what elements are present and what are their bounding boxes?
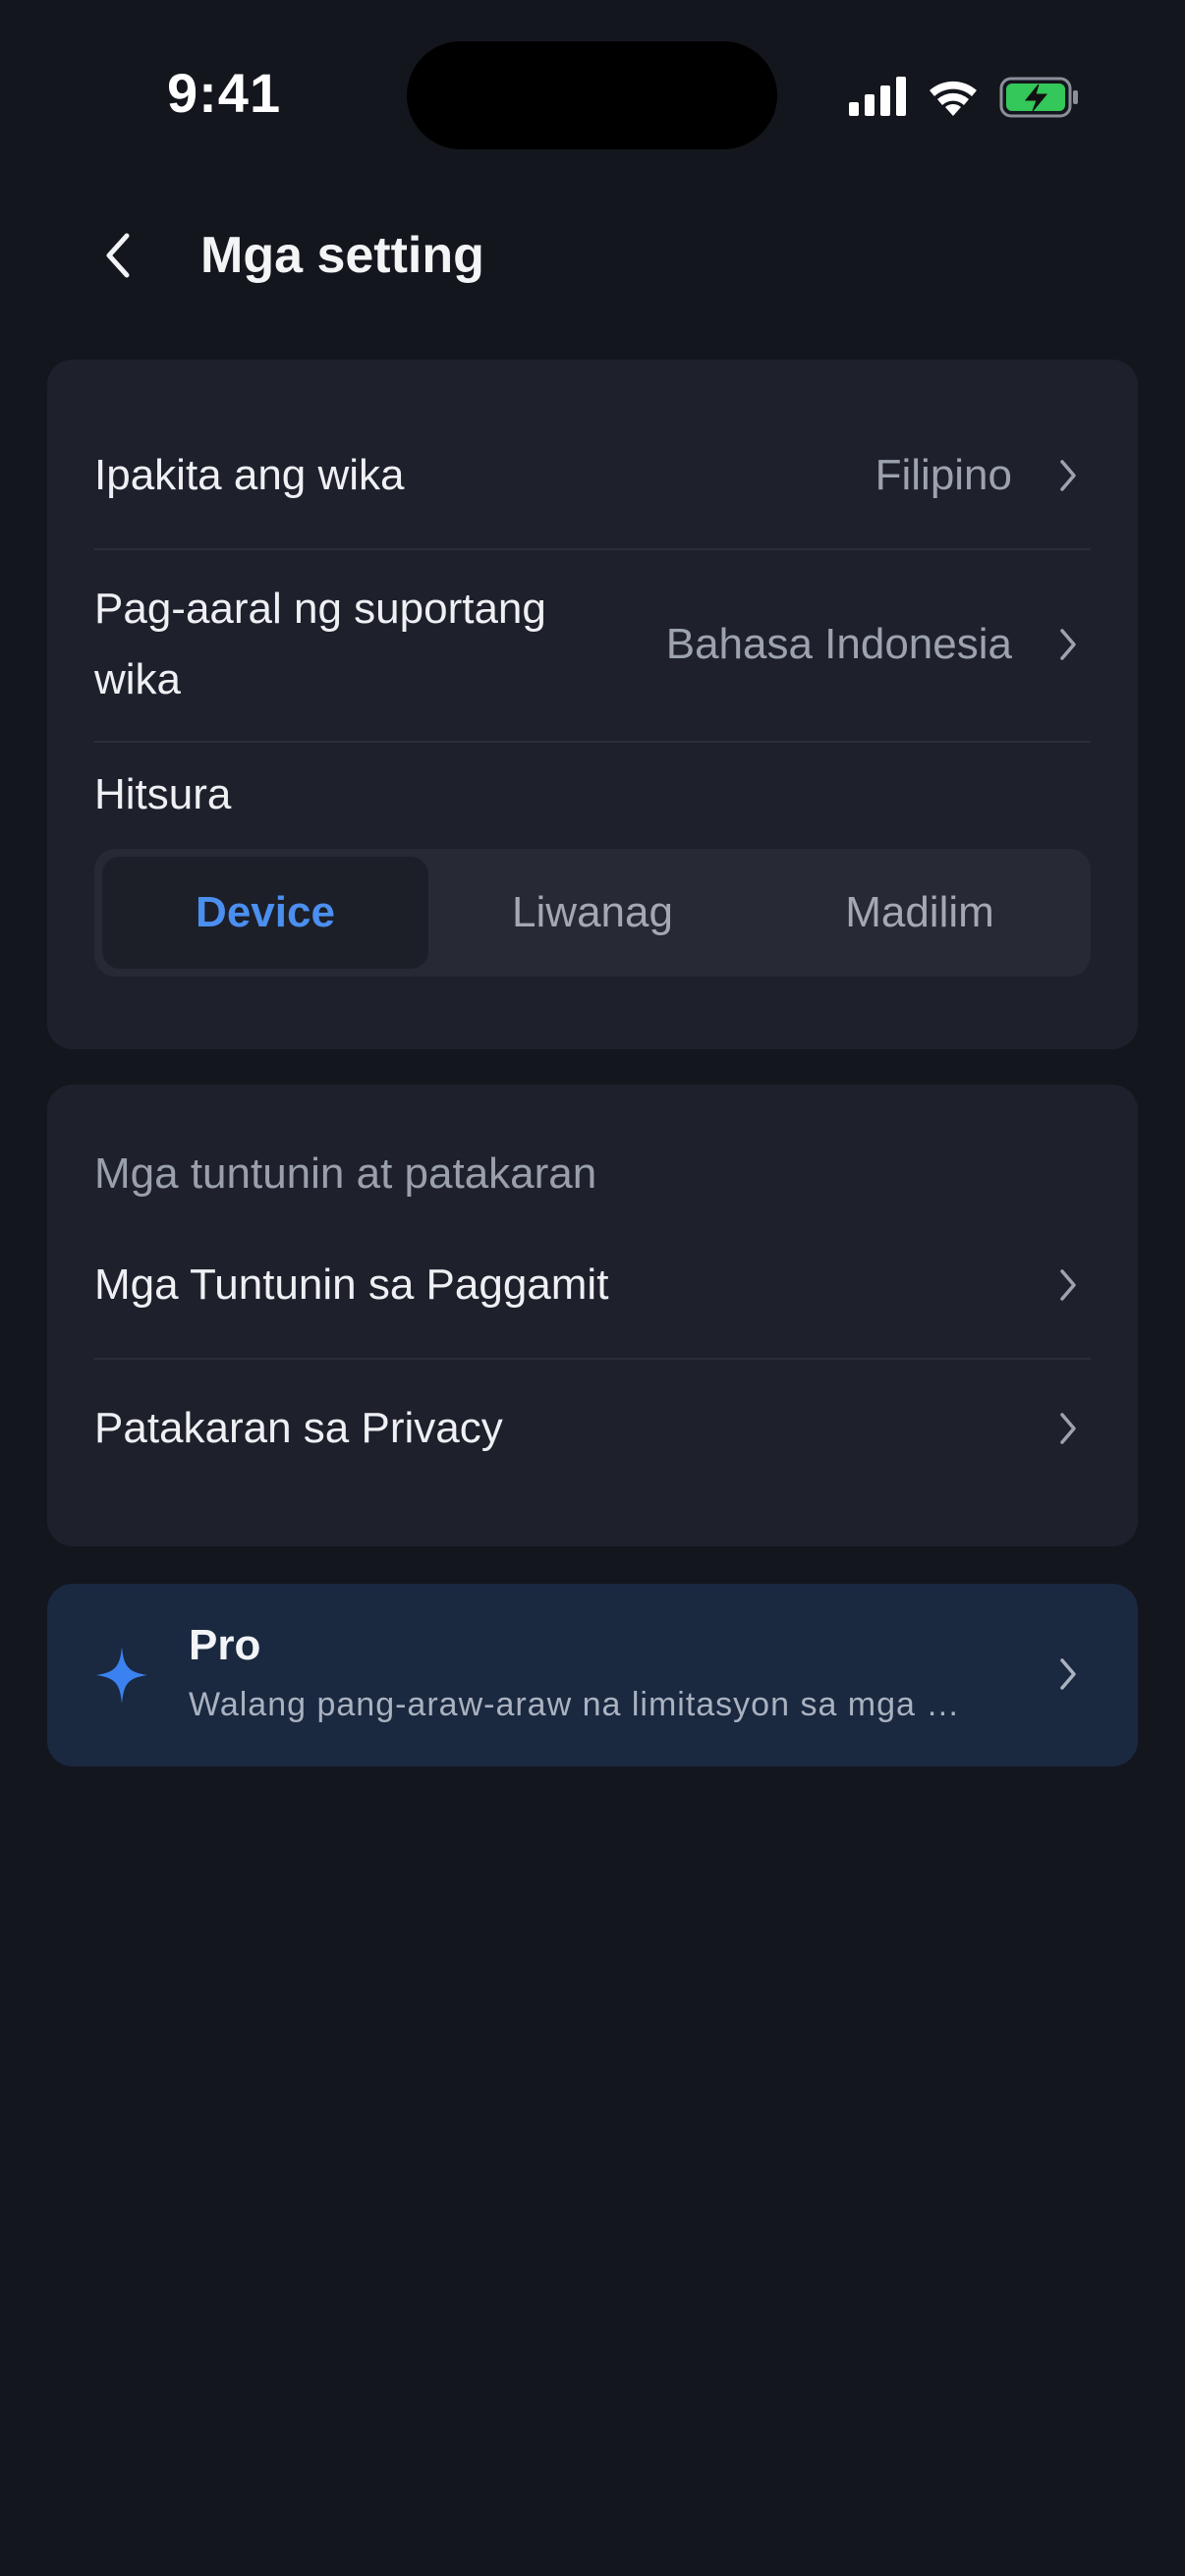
page-title: Mga setting (200, 227, 484, 284)
privacy-policy-row[interactable]: Patakaran sa Privacy (94, 1393, 1091, 1464)
display-language-row[interactable]: Ipakita ang wika Filipino (94, 440, 1091, 511)
settings-card: Ipakita ang wika Filipino Pag-aaral ng s… (47, 360, 1138, 1049)
pro-title: Pro (189, 1621, 261, 1669)
divider (94, 741, 1091, 743)
status-time: 9:41 (167, 62, 282, 124)
display-language-value: Filipino (875, 451, 1012, 499)
policies-card: Mga tuntunin at patakaran Mga Tuntunin s… (47, 1085, 1138, 1546)
chevron-right-icon (1053, 1407, 1083, 1450)
chevron-right-icon (1053, 623, 1083, 666)
wifi-icon (930, 81, 977, 116)
terms-of-use-label: Mga Tuntunin sa Paggamit (94, 1260, 609, 1309)
chevron-right-icon (1053, 1652, 1083, 1696)
back-chevron-icon (106, 233, 130, 278)
pro-subtitle: Walang pang-araw-araw na limitasyon sa m… (189, 1686, 961, 1723)
learning-language-value: Bahasa Indonesia (665, 620, 1012, 668)
display-language-label: Ipakita ang wika (94, 451, 405, 499)
learning-language-label-line2: wika (94, 655, 182, 703)
appearance-label: Hitsura (94, 770, 232, 818)
appearance-option-light[interactable]: Liwanag (429, 857, 756, 969)
dynamic-island (407, 41, 777, 149)
divider (94, 1358, 1091, 1360)
policies-section-label: Mga tuntunin at patakaran (94, 1149, 597, 1198)
privacy-policy-label: Patakaran sa Privacy (94, 1404, 503, 1452)
appearance-option-device[interactable]: Device (102, 857, 428, 969)
pro-upgrade-card[interactable]: Pro Walang pang-araw-araw na limitasyon … (47, 1584, 1138, 1766)
divider (94, 548, 1091, 550)
appearance-segmented-control: Device Liwanag Madilim (94, 849, 1091, 977)
chevron-right-icon (1053, 1263, 1083, 1307)
sparkle-icon (96, 1647, 147, 1704)
back-button[interactable] (86, 224, 149, 287)
status-bar: 9:41 (0, 0, 1185, 187)
learning-language-label: Pag-aaral ng suportang wika (94, 574, 546, 715)
signal-icon (849, 77, 906, 116)
chevron-right-icon (1053, 454, 1083, 497)
appearance-option-dark[interactable]: Madilim (757, 857, 1083, 969)
learning-language-label-line1: Pag-aaral ng suportang (94, 585, 546, 633)
battery-charging-icon (999, 77, 1078, 118)
header: Mga setting (0, 196, 1185, 314)
terms-of-use-row[interactable]: Mga Tuntunin sa Paggamit (94, 1250, 1091, 1320)
status-icons (849, 73, 1085, 124)
learning-language-row[interactable]: Pag-aaral ng suportang wika Bahasa Indon… (94, 574, 1091, 715)
